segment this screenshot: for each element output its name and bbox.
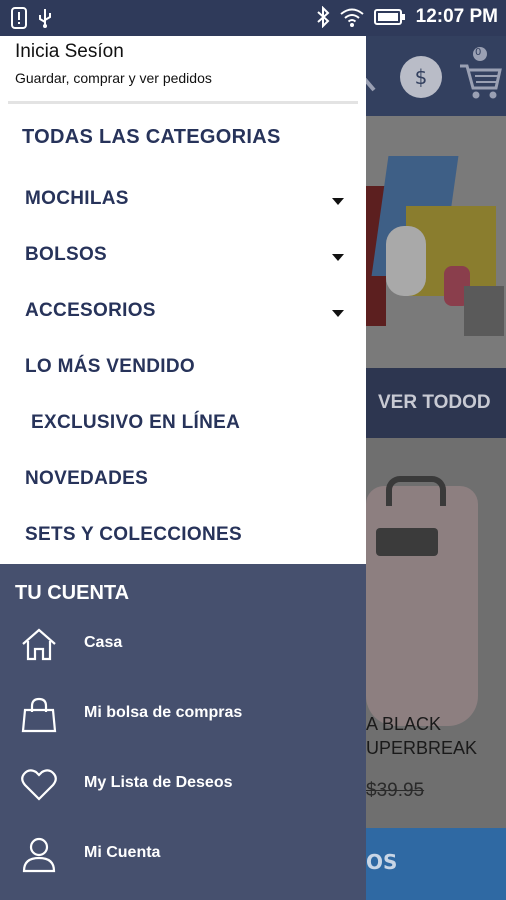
account-item-label: My Lista de Deseos xyxy=(84,774,233,791)
chevron-down-icon[interactable] xyxy=(332,310,344,317)
user-icon xyxy=(22,837,56,873)
drawer-scrim[interactable] xyxy=(366,36,506,900)
account-item-wishlist[interactable]: My Lista de Deseos xyxy=(0,756,366,816)
account-section: TU CUENTA Casa Mi bolsa de compras My Li… xyxy=(0,564,366,900)
account-item-label: Mi bolsa de compras xyxy=(84,704,243,721)
category-new-arrivals[interactable]: NOVEDADES xyxy=(0,452,366,508)
shopping-bag-icon xyxy=(21,697,57,733)
usb-icon xyxy=(39,9,51,28)
login-title: Inicia Sesíon xyxy=(15,41,124,62)
navigation-drawer: Inicia Sesíon Guardar, comprar y ver ped… xyxy=(0,36,366,900)
chevron-down-icon[interactable] xyxy=(332,254,344,261)
login-section[interactable]: Inicia Sesíon Guardar, comprar y ver ped… xyxy=(0,36,366,102)
heart-icon xyxy=(21,769,57,801)
status-bar: 12:07 PM xyxy=(0,0,506,36)
category-label: BOLSOS xyxy=(25,244,108,265)
battery-icon xyxy=(373,9,405,25)
category-label: NOVEDADES xyxy=(25,468,149,489)
category-label: ACCESORIOS xyxy=(25,300,156,321)
alert-icon xyxy=(11,7,27,29)
category-best-sellers[interactable]: LO MÁS VENDIDO xyxy=(0,340,366,396)
chevron-down-icon[interactable] xyxy=(332,198,344,205)
category-label: MOCHILAS xyxy=(25,188,129,209)
clock: 12:07 PM xyxy=(415,6,498,27)
account-item-my-account[interactable]: Mi Cuenta xyxy=(0,826,366,886)
category-online-exclusive[interactable]: EXCLUSIVO EN LÍNEA xyxy=(0,396,366,452)
category-bolsos[interactable]: BOLSOS xyxy=(0,228,366,284)
account-item-shopping-bag[interactable]: Mi bolsa de compras xyxy=(0,686,366,746)
category-list: TODAS LAS CATEGORIAS MOCHILAS BOLSOS ACC… xyxy=(0,104,366,564)
account-title: TU CUENTA xyxy=(15,582,130,604)
login-subtitle: Guardar, comprar y ver pedidos xyxy=(15,70,212,86)
category-all[interactable]: TODAS LAS CATEGORIAS xyxy=(0,110,366,166)
category-label: SETS Y COLECCIONES xyxy=(25,524,242,545)
account-item-label: Mi Cuenta xyxy=(84,844,161,861)
home-icon xyxy=(22,628,56,661)
category-mochilas[interactable]: MOCHILAS xyxy=(0,172,366,228)
category-label: LO MÁS VENDIDO xyxy=(25,356,195,377)
bluetooth-icon xyxy=(316,6,330,28)
wifi-icon xyxy=(339,8,364,27)
category-label: EXCLUSIVO EN LÍNEA xyxy=(31,412,241,433)
category-label: TODAS LAS CATEGORIAS xyxy=(22,126,281,148)
category-sets[interactable]: SETS Y COLECCIONES xyxy=(0,508,366,564)
account-item-label: Casa xyxy=(84,634,123,651)
category-accesorios[interactable]: ACCESORIOS xyxy=(0,284,366,340)
account-item-home[interactable]: Casa xyxy=(0,616,366,676)
